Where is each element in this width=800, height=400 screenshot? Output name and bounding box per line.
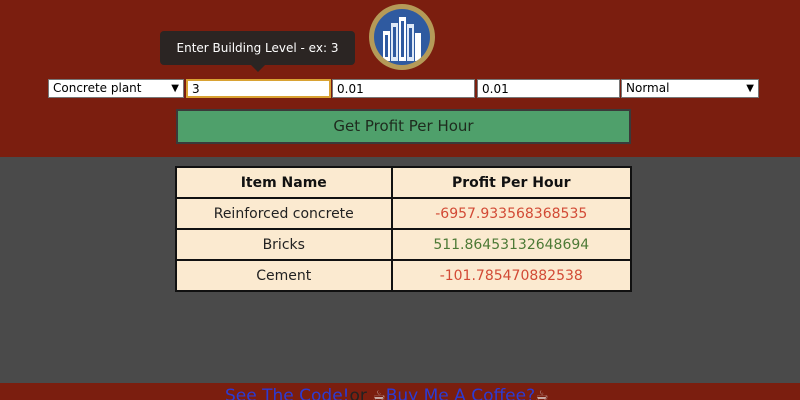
table-header-row: Item Name Profit Per Hour bbox=[175, 166, 632, 199]
chevron-down-icon: ▼ bbox=[171, 83, 179, 94]
table-row: Reinforced concrete -6957.933568368535 bbox=[175, 197, 632, 230]
logo bbox=[369, 4, 435, 70]
building-select-value: Concrete plant bbox=[53, 81, 142, 95]
profit-cell: 511.86453132648694 bbox=[390, 228, 632, 261]
price-input-2[interactable] bbox=[477, 79, 620, 98]
coffee-cup-icon: ☕ bbox=[535, 387, 549, 400]
item-name-cell: Reinforced concrete bbox=[175, 197, 393, 230]
see-code-link[interactable]: See The Code! bbox=[225, 386, 349, 400]
item-name-cell: Bricks bbox=[175, 228, 393, 261]
item-name-cell: Cement bbox=[175, 259, 393, 292]
table-row: Bricks 511.86453132648694 bbox=[175, 228, 632, 261]
building-select[interactable]: Concrete plant ▼ bbox=[48, 79, 184, 98]
mode-select-value: Normal bbox=[626, 81, 670, 95]
building-level-input[interactable] bbox=[186, 79, 331, 98]
coffee-cup-icon: ☕ bbox=[372, 387, 386, 400]
price-input-1[interactable] bbox=[332, 79, 475, 98]
table-row: Cement -101.785470882538 bbox=[175, 259, 632, 292]
profit-table: Item Name Profit Per Hour Reinforced con… bbox=[175, 166, 632, 292]
footer-links: See The Code!or ☕Buy Me A Coffee?☕ bbox=[225, 386, 549, 400]
get-profit-button[interactable]: Get Profit Per Hour bbox=[176, 109, 631, 144]
level-tooltip: Enter Building Level - ex: 3 bbox=[160, 31, 355, 72]
profit-cell: -101.785470882538 bbox=[390, 259, 632, 292]
profit-cell: -6957.933568368535 bbox=[390, 197, 632, 230]
buy-coffee-link[interactable]: Buy Me A Coffee? bbox=[386, 386, 535, 400]
column-header-profit: Profit Per Hour bbox=[390, 166, 632, 199]
column-header-item-name: Item Name bbox=[175, 166, 393, 199]
mode-select[interactable]: Normal ▼ bbox=[621, 79, 759, 98]
footer-bar: See The Code!or ☕Buy Me A Coffee?☕ bbox=[0, 383, 800, 400]
city-buildings-icon bbox=[374, 9, 430, 65]
chevron-down-icon: ▼ bbox=[746, 83, 754, 94]
footer-separator: or bbox=[349, 386, 367, 400]
